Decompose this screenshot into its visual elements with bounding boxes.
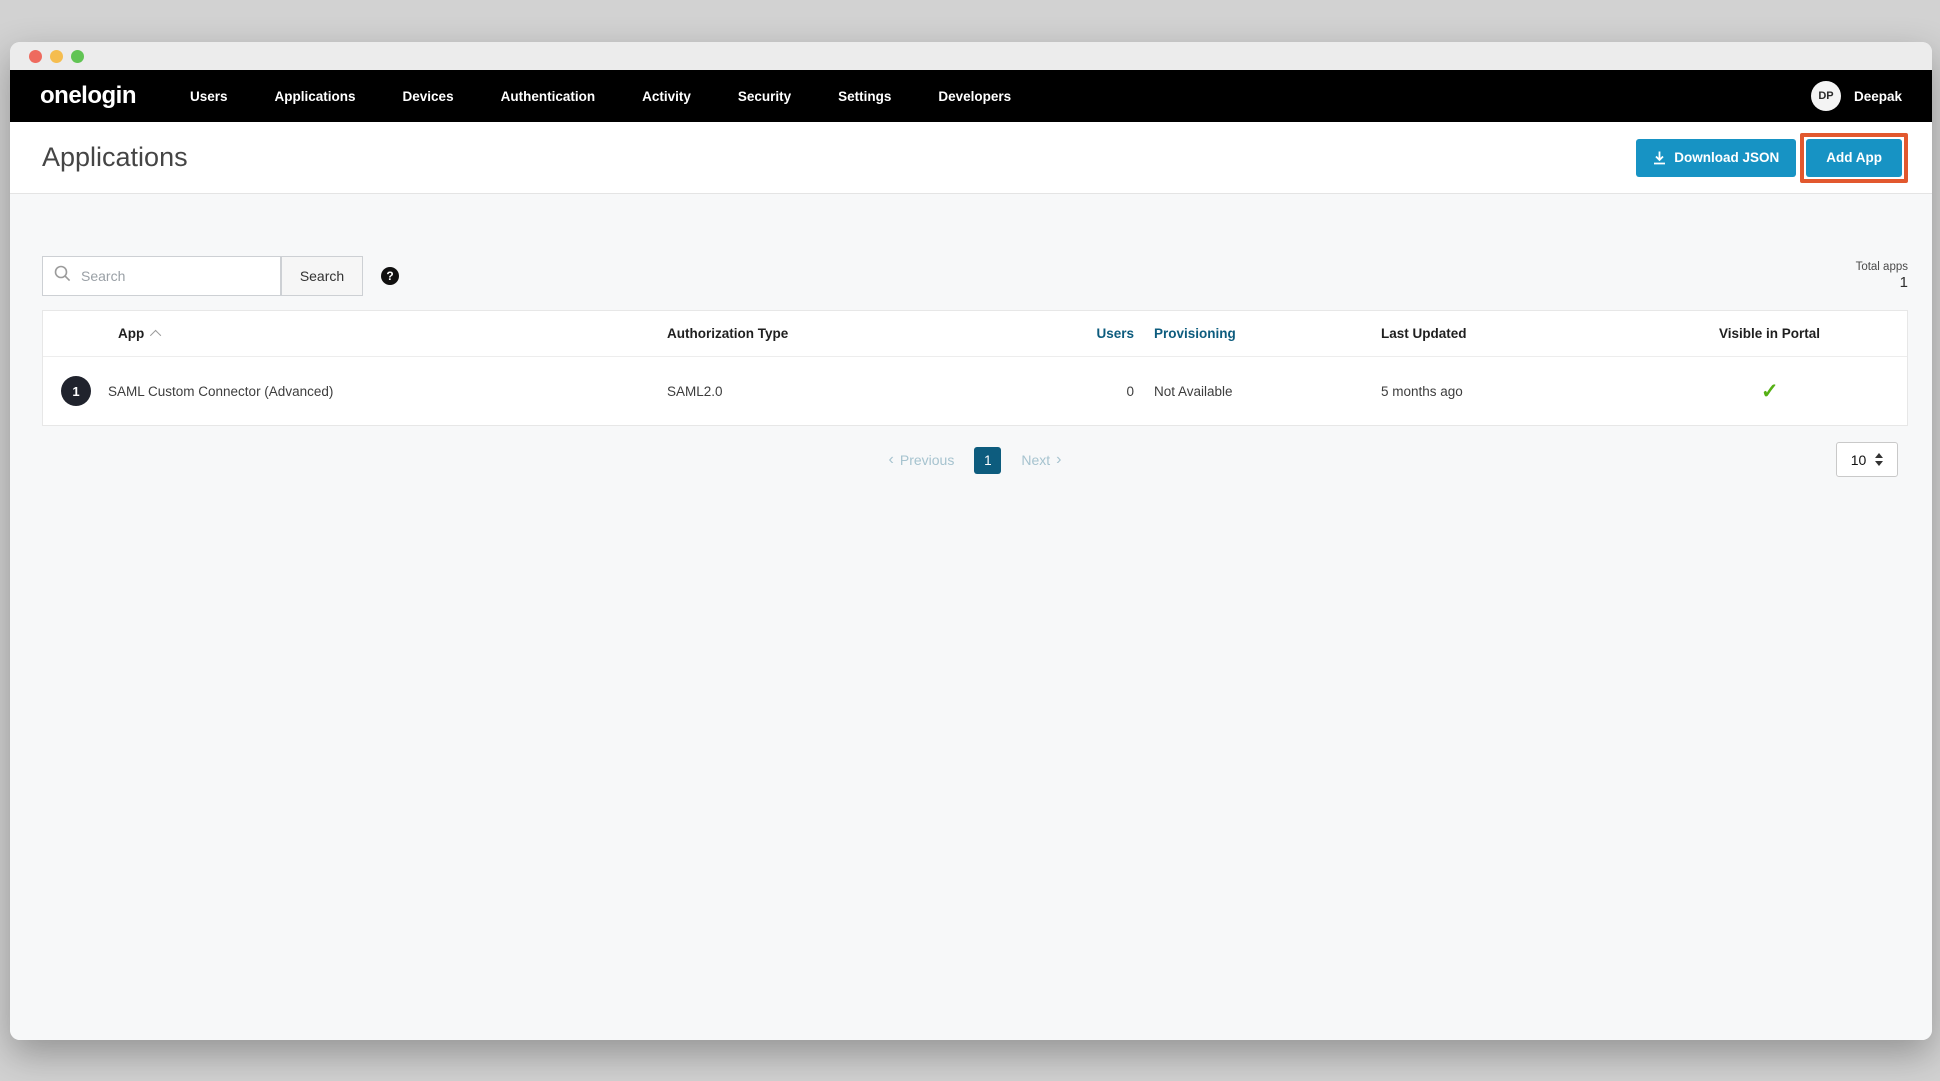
pagination: ‹ Previous 1 Next › bbox=[883, 447, 1068, 474]
column-header-provisioning[interactable]: Provisioning bbox=[1154, 326, 1381, 341]
user-avatar[interactable]: DP bbox=[1811, 81, 1841, 111]
nav-item-authentication[interactable]: Authentication bbox=[501, 89, 596, 104]
nav-item-activity[interactable]: Activity bbox=[642, 89, 691, 104]
cell-auth-type: SAML2.0 bbox=[667, 384, 1067, 399]
search-icon bbox=[54, 265, 71, 287]
total-apps-value: 1 bbox=[1856, 274, 1908, 291]
nav-item-devices[interactable]: Devices bbox=[403, 89, 454, 104]
cell-visible-in-portal: ✓ bbox=[1719, 379, 1907, 404]
toolbar: Search ? Total apps 1 bbox=[42, 256, 1908, 296]
download-icon bbox=[1653, 151, 1666, 165]
sort-asc-icon bbox=[150, 329, 161, 340]
cell-last-updated: 5 months ago bbox=[1381, 384, 1719, 399]
applications-table: App Authorization Type Users Provisionin… bbox=[42, 310, 1908, 426]
column-header-users[interactable]: Users bbox=[1067, 326, 1154, 341]
add-app-button[interactable]: Add App bbox=[1806, 139, 1902, 177]
main-content: Search ? Total apps 1 App Authorization … bbox=[10, 194, 1932, 1040]
chevron-left-icon: ‹ bbox=[889, 451, 894, 469]
download-json-button[interactable]: Download JSON bbox=[1636, 139, 1796, 177]
row-index-badge: 1 bbox=[61, 376, 91, 406]
browser-window: onelogin Users Applications Devices Auth… bbox=[10, 42, 1932, 1040]
nav-item-settings[interactable]: Settings bbox=[838, 89, 891, 104]
annotation-highlight-box: Add App bbox=[1800, 133, 1908, 183]
user-name: Deepak bbox=[1854, 89, 1902, 104]
minimize-window-icon[interactable] bbox=[50, 50, 63, 63]
window-titlebar bbox=[10, 42, 1932, 70]
column-header-last-updated: Last Updated bbox=[1381, 326, 1719, 341]
nav-item-applications[interactable]: Applications bbox=[275, 89, 356, 104]
close-window-icon[interactable] bbox=[29, 50, 42, 63]
onelogin-logo[interactable]: onelogin bbox=[40, 82, 136, 110]
page-size-select[interactable]: 10 bbox=[1836, 442, 1898, 477]
search-button[interactable]: Search bbox=[281, 256, 363, 296]
check-icon: ✓ bbox=[1761, 380, 1779, 403]
table-header-row: App Authorization Type Users Provisionin… bbox=[43, 311, 1907, 357]
page-header: Applications Download JSON Add App bbox=[10, 122, 1932, 194]
page-size-value: 10 bbox=[1851, 452, 1867, 468]
nav-item-users[interactable]: Users bbox=[190, 89, 228, 104]
stepper-arrows-icon bbox=[1875, 453, 1883, 466]
cell-provisioning: Not Available bbox=[1154, 384, 1381, 399]
app-name-link[interactable]: SAML Custom Connector (Advanced) bbox=[108, 384, 333, 399]
current-page-button[interactable]: 1 bbox=[974, 447, 1001, 474]
table-row[interactable]: 1 SAML Custom Connector (Advanced) SAML2… bbox=[43, 357, 1907, 425]
chevron-right-icon: › bbox=[1056, 451, 1061, 469]
nav-item-security[interactable]: Security bbox=[738, 89, 791, 104]
search-input[interactable] bbox=[81, 268, 269, 284]
total-apps: Total apps 1 bbox=[1856, 256, 1908, 291]
column-header-visible-in-portal: Visible in Portal bbox=[1719, 326, 1907, 341]
pagination-row: ‹ Previous 1 Next › 10 bbox=[42, 442, 1908, 478]
maximize-window-icon[interactable] bbox=[71, 50, 84, 63]
top-navbar: onelogin Users Applications Devices Auth… bbox=[10, 70, 1932, 122]
column-header-authorization-type: Authorization Type bbox=[667, 326, 1067, 341]
total-apps-label: Total apps bbox=[1856, 261, 1908, 273]
cell-users: 0 bbox=[1067, 384, 1154, 399]
page-title: Applications bbox=[42, 142, 188, 173]
nav-item-developers[interactable]: Developers bbox=[938, 89, 1011, 104]
previous-page-button[interactable]: ‹ Previous bbox=[883, 451, 955, 469]
next-page-button[interactable]: Next › bbox=[1021, 451, 1067, 469]
column-header-app[interactable]: App bbox=[43, 326, 667, 341]
search-box bbox=[42, 256, 281, 296]
help-icon[interactable]: ? bbox=[381, 267, 399, 285]
desktop-background: onelogin Users Applications Devices Auth… bbox=[0, 0, 1940, 1081]
